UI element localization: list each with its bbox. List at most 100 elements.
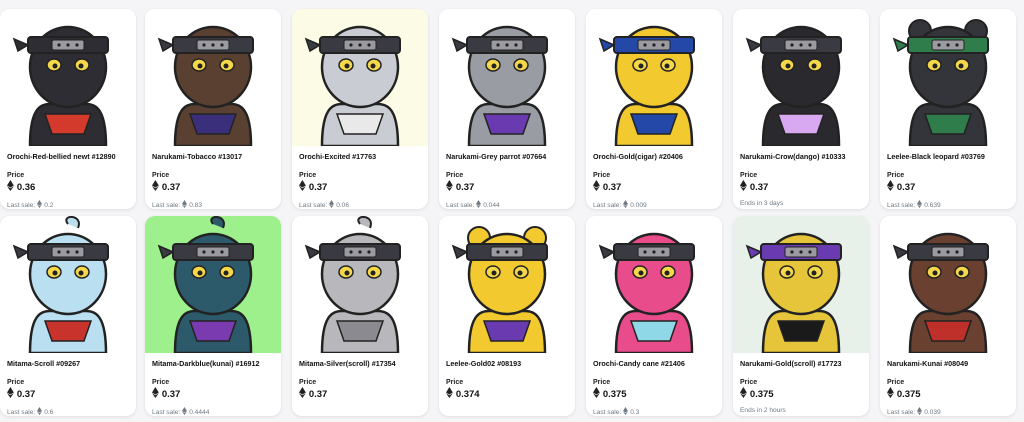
nft-card[interactable]: Leelee-Gold02 #08193 Price 0.374 — [439, 216, 575, 416]
nft-name[interactable]: Leelee-Black leopard #03769 — [887, 152, 1012, 161]
last-sale-value: 0.6 — [44, 408, 54, 416]
footer-label: Last sale: — [593, 408, 622, 416]
price-row: 0.374 — [446, 387, 480, 400]
footer-label: Last sale: — [152, 408, 181, 416]
snake-avatar[interactable] — [292, 9, 428, 146]
newt-avatar[interactable] — [0, 9, 136, 146]
crow-avatar[interactable] — [733, 9, 869, 146]
nft-name[interactable]: Orochi-Red-bellied newt #12890 — [7, 152, 132, 161]
sale-footer: Ends in 2 hours — [740, 407, 786, 414]
nft-card[interactable]: Orochi-Candy cane #21406 Price 0.375 Last s… — [586, 216, 722, 416]
price-row: 0.37 — [7, 385, 36, 403]
price-row: 0.37 — [299, 180, 328, 193]
nft-name[interactable]: Orochi-Gold(cigar) #20406 — [593, 152, 718, 161]
nft-name[interactable]: Narukami-Kunai #08049 — [887, 359, 1012, 368]
eth-icon — [152, 178, 159, 196]
ghost-avatar[interactable] — [292, 216, 428, 353]
eth-icon — [623, 200, 629, 209]
price-row: 0.37 — [152, 387, 180, 400]
price-value: 0.37 — [308, 181, 328, 193]
sale-footer: Last sale: 0.639 — [887, 200, 941, 209]
nft-card[interactable]: Mitama-Silver(scroll) #17354 Price 0.37 — [292, 216, 428, 416]
price-row: 0.37 — [887, 180, 916, 193]
eth-icon — [740, 385, 747, 403]
footer-label: Last sale: — [887, 201, 916, 209]
eth-icon — [299, 385, 306, 403]
last-sale-value: 0.039 — [924, 408, 941, 416]
price-value: 0.37 — [161, 181, 181, 193]
price-row: 0.37 — [740, 180, 769, 193]
nft-name[interactable]: Narukami-Crow(dango) #10333 — [740, 152, 865, 161]
eth-icon — [7, 178, 14, 196]
nft-card[interactable]: Narukami-Grey parrot #07664 Price 0.37 Last… — [439, 9, 575, 209]
price-row: 0.37 — [152, 178, 181, 196]
nft-card[interactable]: Orochi-Excited #17763 Price 0.37 Last sale:… — [292, 9, 428, 209]
price-row: 0.375 — [887, 387, 921, 400]
eth-icon — [7, 385, 14, 403]
nft-card[interactable]: Narukami-Tobacco #13017 Price 0.37 Last sal… — [145, 9, 281, 209]
ghost-avatar[interactable] — [145, 216, 281, 353]
footer-label: Last sale: — [7, 201, 36, 209]
eth-icon — [182, 407, 188, 416]
price-row: 0.36 — [7, 178, 36, 196]
ghost-avatar[interactable] — [0, 216, 136, 353]
snake-avatar[interactable] — [586, 216, 722, 353]
bear-avatar[interactable] — [439, 216, 575, 353]
price-value: 0.37 — [749, 181, 769, 193]
last-sale-value: 0.3 — [630, 408, 640, 416]
parrot-avatar[interactable] — [439, 9, 575, 146]
footer-label: Last sale: — [7, 408, 36, 416]
sale-footer: Last sale: 0.3 — [593, 407, 639, 416]
nft-name[interactable]: Orochi-Excited #17763 — [299, 152, 424, 161]
nft-name[interactable]: Narukami-Tobacco #13017 — [152, 152, 277, 161]
eth-icon — [917, 200, 923, 209]
last-sale-value: 0.044 — [483, 201, 500, 209]
footer-label: Last sale: — [299, 201, 328, 209]
sale-footer: Last sale: 0.4444 — [152, 407, 209, 416]
eth-icon — [329, 200, 335, 209]
nft-card[interactable]: Narukami-Crow(dango) #10333 Price 0.37 Ends… — [733, 9, 869, 209]
nft-name[interactable]: Orochi-Candy cane #21406 — [593, 359, 718, 368]
price-value: 0.36 — [16, 181, 36, 193]
price-value: 0.37 — [896, 181, 916, 193]
bird-avatar[interactable] — [145, 9, 281, 146]
footer-label: Last sale: — [887, 408, 916, 416]
price-value: 0.375 — [896, 388, 921, 400]
sale-footer: Last sale: 0.06 — [299, 200, 349, 209]
nft-card[interactable]: Mitama-Scroll #09267 Price 0.37 Last sale: 0… — [0, 216, 136, 416]
sale-footer: Last sale: 0.2 — [7, 200, 53, 209]
price-value: 0.37 — [308, 388, 328, 400]
nft-name[interactable]: Narukami-Gold(scroll) #17723 — [740, 359, 865, 368]
nft-card[interactable]: Narukami-Gold(scroll) #17723 Price 0.375 En… — [733, 216, 869, 416]
nft-card[interactable]: Mitama-Darkblue(kunai) #16912 Price 0.37 La… — [145, 216, 281, 416]
footer-label: Last sale: — [152, 201, 181, 209]
nft-name[interactable]: Narukami-Grey parrot #07664 — [446, 152, 571, 161]
leopard-avatar[interactable] — [880, 9, 1016, 146]
footer-label: Ends in 3 days — [740, 200, 784, 207]
nft-name[interactable]: Mitama-Darkblue(kunai) #16912 — [152, 359, 277, 368]
nft-card[interactable]: Narukami-Kunai #08049 Price 0.375 Last sale… — [880, 216, 1016, 416]
eth-icon — [37, 200, 43, 209]
last-sale-value: 0.2 — [44, 201, 54, 209]
footer-label: Ends in 2 hours — [740, 407, 786, 414]
price-row: 0.37 — [299, 385, 328, 403]
nft-name[interactable]: Leelee-Gold02 #08193 — [446, 359, 571, 368]
nft-card[interactable]: Orochi-Gold(cigar) #20406 Price 0.37 Last s… — [586, 9, 722, 209]
eth-icon — [593, 178, 600, 196]
nft-name[interactable]: Mitama-Scroll #09267 — [7, 359, 132, 368]
price-value: 0.375 — [749, 388, 774, 400]
snake-avatar[interactable] — [586, 9, 722, 146]
eth-icon — [623, 407, 629, 416]
bird-avatar[interactable] — [880, 216, 1016, 353]
footer-label: Last sale: — [446, 201, 475, 209]
price-value: 0.37 — [455, 181, 475, 193]
sale-footer: Last sale: 0.83 — [152, 200, 202, 209]
nft-name[interactable]: Mitama-Silver(scroll) #17354 — [299, 359, 424, 368]
price-value: 0.37 — [16, 388, 36, 400]
nft-card[interactable]: Orochi-Red-bellied newt #12890 Price 0.36 L… — [0, 9, 136, 209]
sale-footer: Last sale: 0.039 — [887, 407, 941, 416]
bird-avatar[interactable] — [733, 216, 869, 353]
nft-card[interactable]: Leelee-Black leopard #03769 Price 0.37 Last… — [880, 9, 1016, 209]
eth-icon — [182, 200, 188, 209]
price-row: 0.375 — [593, 387, 627, 400]
